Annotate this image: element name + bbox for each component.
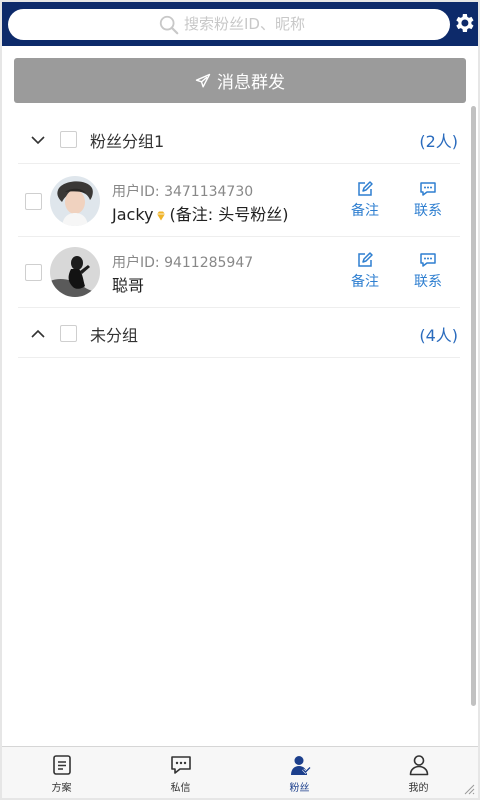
fan-name: Jacky	[112, 205, 154, 224]
chat-icon	[420, 182, 436, 196]
group-name: 未分组	[90, 326, 139, 345]
send-icon	[195, 73, 211, 87]
document-icon	[52, 755, 71, 775]
group-checkbox[interactable]	[60, 325, 77, 342]
profile-icon	[409, 755, 428, 776]
resize-grip-icon[interactable]	[463, 783, 475, 795]
chevron-up-icon[interactable]	[30, 326, 46, 342]
nav-item-plan[interactable]: 方案	[2, 747, 121, 798]
fan-remark: (备注: 头号粉丝)	[169, 205, 289, 224]
edit-icon	[358, 181, 373, 196]
fan-name: 聪哥	[112, 276, 145, 295]
search-input[interactable]: 搜索粉丝ID、昵称	[8, 9, 450, 40]
contact-label: 联系	[414, 203, 442, 219]
fan-row[interactable]: 用户ID: 9411285947 聪哥 备注 联系	[18, 237, 460, 308]
nav-item-messages[interactable]: 私信	[121, 747, 240, 798]
group-checkbox[interactable]	[60, 131, 77, 148]
message-icon	[170, 756, 191, 774]
avatar	[50, 176, 100, 226]
search-icon	[159, 15, 179, 35]
nav-label: 私信	[170, 783, 191, 794]
gear-icon[interactable]	[452, 11, 476, 35]
note-label: 备注	[351, 274, 379, 290]
nav-item-mine[interactable]: 我的	[359, 747, 478, 798]
broadcast-label: 消息群发	[217, 73, 285, 93]
fan-checkbox[interactable]	[25, 193, 42, 210]
group-header[interactable]: 未分组 (4人)	[18, 310, 460, 358]
contact-button[interactable]: 联系	[408, 180, 448, 220]
edit-icon	[358, 252, 373, 267]
fan-checkbox[interactable]	[25, 264, 42, 281]
chevron-down-icon[interactable]	[30, 132, 46, 148]
chat-icon	[420, 253, 436, 267]
nav-label: 方案	[51, 783, 72, 794]
avatar	[50, 247, 100, 297]
fan-user-id: 用户ID: 9411285947	[112, 255, 254, 271]
note-label: 备注	[351, 203, 379, 219]
nav-item-fans[interactable]: 粉丝	[240, 747, 359, 798]
nav-label: 粉丝	[289, 783, 310, 794]
group-count: (4人)	[419, 326, 458, 345]
search-placeholder: 搜索粉丝ID、昵称	[184, 15, 305, 33]
contact-label: 联系	[414, 274, 442, 290]
fan-row[interactable]: 用户ID: 3471134730 Jacky (备注: 头号粉丝) 备注 联系	[18, 166, 460, 237]
contact-button[interactable]: 联系	[408, 251, 448, 291]
group-name: 粉丝分组1	[90, 132, 165, 151]
vip-diamond-icon	[157, 211, 166, 220]
scrollbar[interactable]	[471, 106, 476, 706]
note-button[interactable]: 备注	[345, 251, 385, 291]
bottom-nav: 方案 私信 粉丝 我的	[2, 746, 478, 798]
fan-user-id: 用户ID: 3471134730	[112, 184, 254, 200]
fan-name-line: Jacky (备注: 头号粉丝)	[112, 201, 288, 225]
group-count: (2人)	[419, 132, 458, 151]
nav-label: 我的	[408, 783, 429, 794]
fans-icon	[290, 756, 311, 775]
top-bar: 搜索粉丝ID、昵称	[2, 2, 478, 46]
broadcast-button[interactable]: 消息群发	[14, 58, 466, 103]
note-button[interactable]: 备注	[345, 180, 385, 220]
group-header[interactable]: 粉丝分组1 (2人)	[18, 116, 460, 164]
